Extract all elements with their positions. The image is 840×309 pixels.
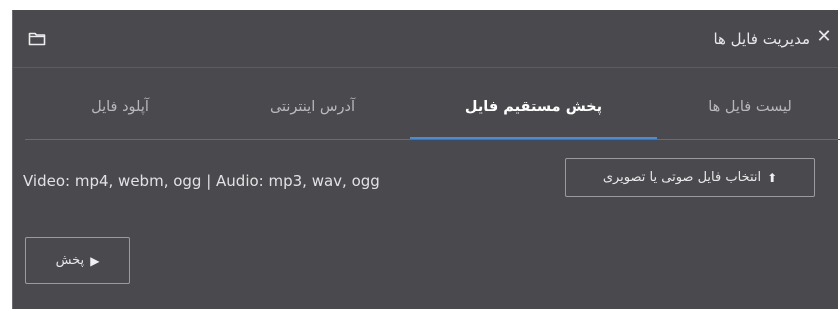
tab-bar: لیست فایل ها پخش مستقیم فایل آدرس اینترن… (25, 84, 840, 140)
dialog-title: مدیریت فایل ها (713, 30, 810, 48)
tab-internet-address[interactable]: آدرس اینترنتی (215, 84, 410, 139)
dialog-titlebar: ✕ مدیریت فایل ها (13, 10, 838, 68)
select-media-file-label: انتخاب فایل صوتی یا تصویری (602, 170, 762, 185)
file-manager-dialog: ✕ مدیریت فایل ها لیست فایل ها پخش مستقیم… (12, 10, 840, 309)
select-media-file-button[interactable]: ⬆ انتخاب فایل صوتی یا تصویری (565, 158, 815, 197)
play-label: پخش (55, 253, 85, 268)
supported-formats-text: Video: mp4, webm, ogg | Audio: mp3, wav,… (23, 172, 380, 190)
tab-file-list[interactable]: لیست فایل ها (657, 84, 840, 139)
play-button[interactable]: ▶ پخش (25, 237, 130, 284)
folder-icon[interactable] (28, 31, 46, 46)
close-icon[interactable]: ✕ (816, 28, 832, 46)
play-icon: ▶ (90, 253, 100, 268)
upload-icon: ⬆ (767, 170, 778, 185)
tab-direct-play[interactable]: پخش مستقیم فایل (410, 84, 657, 139)
tab-file-upload[interactable]: آپلود فایل (25, 84, 215, 139)
